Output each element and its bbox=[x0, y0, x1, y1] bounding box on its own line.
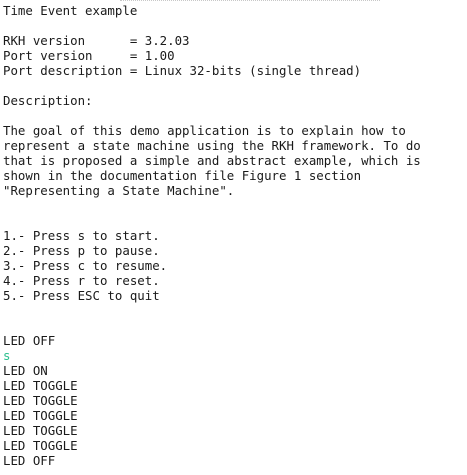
output-line: LED TOGGLE bbox=[3, 438, 78, 453]
description-heading: Description: bbox=[3, 93, 93, 108]
output-line: LED TOGGLE bbox=[3, 408, 78, 423]
output-line: LED OFF bbox=[3, 453, 56, 468]
output-line: LED TOGGLE bbox=[3, 378, 78, 393]
instruction-pause: 2.- Press p to pause. bbox=[3, 243, 160, 258]
instruction-reset: 4.- Press r to reset. bbox=[3, 273, 160, 288]
info-rkh-version: RKH version = 3.2.03 bbox=[3, 33, 190, 48]
output-line: LED TOGGLE bbox=[3, 393, 78, 408]
description-line: that is proposed a simple and abstract e… bbox=[3, 153, 421, 168]
description-line: The goal of this demo application is to … bbox=[3, 123, 406, 138]
terminal-window[interactable]: Time Event example RKH version = 3.2.03 … bbox=[0, 0, 467, 475]
description-line: represent a state machine using the RKH … bbox=[3, 138, 421, 153]
instruction-start: 1.- Press s to start. bbox=[3, 228, 160, 243]
output-line: LED OFF bbox=[3, 333, 56, 348]
terminal-output: Time Event example RKH version = 3.2.03 … bbox=[3, 3, 467, 468]
instruction-quit: 5.- Press ESC to quit bbox=[3, 288, 160, 303]
description-line: shown in the documentation file Figure 1… bbox=[3, 168, 362, 183]
info-port-description: Port description = Linux 32-bits (single… bbox=[3, 63, 362, 78]
output-line: LED TOGGLE bbox=[3, 423, 78, 438]
instruction-resume: 3.- Press c to resume. bbox=[3, 258, 168, 273]
output-line: LED ON bbox=[3, 363, 48, 378]
description-line: "Representing a State Machine". bbox=[3, 183, 235, 198]
typed-key-echo: s bbox=[3, 348, 11, 363]
app-title: Time Event example bbox=[3, 3, 138, 18]
info-port-version: Port version = 1.00 bbox=[3, 48, 175, 63]
